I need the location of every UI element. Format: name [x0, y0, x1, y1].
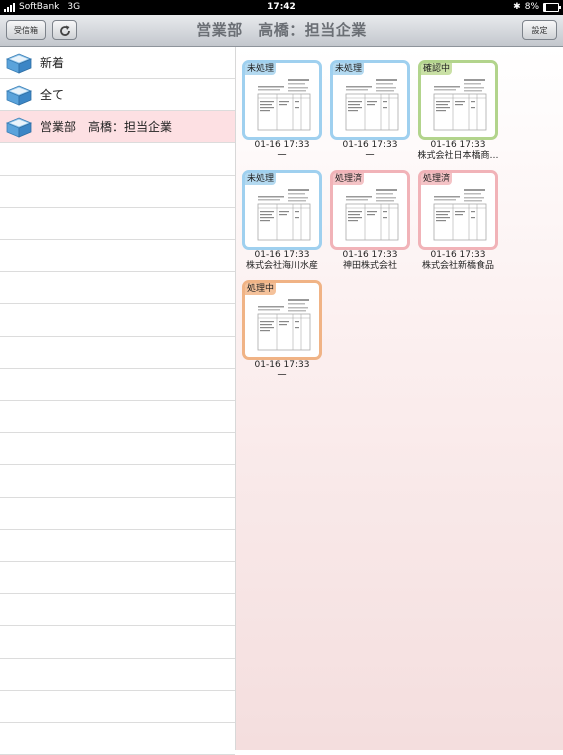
refresh-icon: [59, 25, 70, 36]
bluetooth-icon: ✱: [513, 2, 521, 12]
document-date: 01-16 17:33: [254, 360, 310, 370]
document-caption: 01-16 17:33 一: [320, 140, 420, 162]
document-thumbnail[interactable]: 処理中: [242, 280, 322, 360]
sidebar-empty-row: [0, 144, 235, 176]
sidebar-empty-row: [0, 176, 235, 208]
document-thumbnail[interactable]: 処理済: [418, 170, 498, 250]
sidebar-empty-row: [0, 305, 235, 337]
status-badge: 処理中: [245, 283, 277, 295]
sidebar-empty-row: [0, 498, 235, 530]
refresh-button[interactable]: [52, 20, 77, 40]
sidebar-item[interactable]: 営業部 高橋：担当企業: [0, 111, 235, 144]
document-date: 01-16 17:33: [342, 140, 398, 150]
sidebar-empty-row: [0, 691, 235, 723]
sidebar-item[interactable]: 新着: [0, 47, 235, 79]
status-badge: 処理済: [333, 173, 365, 185]
document-thumbnail[interactable]: 未処理: [242, 170, 322, 250]
battery-percent: 8%: [524, 2, 539, 12]
document-caption: 01-16 17:33 一: [232, 360, 332, 382]
folder-box-icon: [5, 116, 33, 138]
document-thumbnail[interactable]: 未処理: [242, 60, 322, 140]
document-caption: 01-16 17:33 一: [232, 140, 332, 162]
status-bar: SoftBank 3G 17:42 ✱ 8%: [0, 0, 563, 15]
status-badge: 未処理: [333, 63, 365, 75]
document-date: 01-16 17:33: [254, 250, 310, 260]
document-preview: [431, 76, 489, 134]
status-badge: 処理済: [421, 173, 453, 185]
sidebar-empty-row: [0, 659, 235, 691]
sidebar: 新着全て営業部 高橋：担当企業: [0, 47, 236, 755]
sidebar-empty-row: [0, 466, 235, 498]
status-time: 17:42: [267, 2, 296, 12]
sidebar-empty-row: [0, 208, 235, 240]
document-company: 株式会社新橋食品: [421, 261, 494, 271]
document-preview: [255, 186, 313, 244]
document-caption: 01-16 17:33 神田株式会社: [320, 250, 420, 272]
folder-box-icon: [5, 84, 33, 106]
document-date: 01-16 17:33: [430, 140, 486, 150]
sidebar-empty-row: [0, 337, 235, 369]
document-preview: [431, 186, 489, 244]
sidebar-item-label: 全て: [40, 88, 65, 103]
document-company: 株式会社海川水産: [245, 261, 318, 271]
sidebar-empty-row: [0, 594, 235, 627]
sidebar-empty-row: [0, 723, 235, 755]
battery-icon: [543, 3, 561, 12]
sidebar-empty-row: [0, 627, 235, 659]
document-preview: [343, 76, 401, 134]
document-caption: 01-16 17:33 株式会社新橋食品: [408, 250, 508, 272]
settings-button[interactable]: 設定: [522, 20, 557, 40]
sidebar-empty-row: [0, 369, 235, 401]
document-company: 株式会社日本橋商…: [417, 151, 499, 161]
document-date: 01-16 17:33: [342, 250, 398, 260]
document-preview: [255, 296, 313, 354]
status-badge: 確認中: [421, 63, 453, 75]
document-caption: 01-16 17:33 株式会社日本橋商…: [408, 140, 508, 162]
document-company: 一: [277, 151, 287, 161]
document-company: 神田株式会社: [342, 261, 397, 271]
document-thumbnail[interactable]: 確認中: [418, 60, 498, 140]
status-badge: 未処理: [245, 63, 277, 75]
sidebar-empty-row: [0, 530, 235, 562]
document-date: 01-16 17:33: [430, 250, 486, 260]
document-company: 一: [277, 371, 287, 381]
sidebar-empty-row: [0, 562, 235, 595]
document-company: 一: [365, 151, 375, 161]
page-title: 営業部 高橋：担当企業: [196, 21, 367, 39]
document-preview: [343, 186, 401, 244]
sidebar-item-label: 営業部 高橋：担当企業: [40, 120, 173, 135]
navigation-bar: 受信箱 営業部 高橋：担当企業 設定: [0, 15, 563, 47]
inbox-button[interactable]: 受信箱: [6, 20, 46, 40]
document-date: 01-16 17:33: [254, 140, 310, 150]
document-preview: [255, 76, 313, 134]
document-grid: 未処理 01-16 17:33 一未処理 01-16 17:33 一確認中 01-16 1…: [236, 47, 563, 750]
folder-box-icon: [5, 52, 33, 74]
status-badge: 未処理: [245, 173, 277, 185]
document-caption: 01-16 17:33 株式会社海川水産: [232, 250, 332, 272]
document-thumbnail[interactable]: 処理済: [330, 170, 410, 250]
sidebar-item-label: 新着: [40, 56, 65, 70]
document-thumbnail[interactable]: 未処理: [330, 60, 410, 140]
sidebar-empty-row: [0, 401, 235, 434]
sidebar-empty-row: [0, 272, 235, 305]
sidebar-empty-row: [0, 240, 235, 273]
sidebar-item[interactable]: 全て: [0, 79, 235, 112]
sidebar-empty-row: [0, 433, 235, 466]
